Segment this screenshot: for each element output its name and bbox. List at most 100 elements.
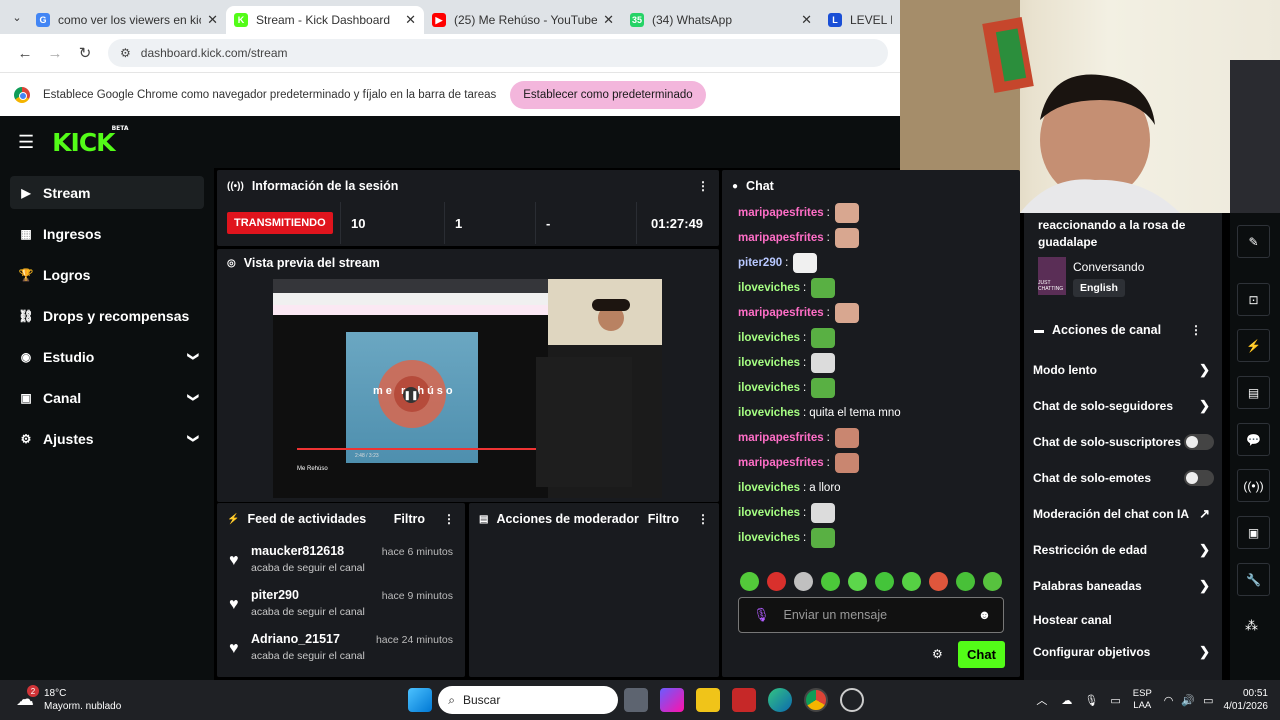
moderator-filter-button[interactable]: Filtro (648, 512, 679, 526)
broadcast-icon[interactable]: ((•)) (1237, 469, 1270, 502)
edge-icon[interactable] (768, 688, 793, 712)
back-icon[interactable]: ← (10, 45, 40, 62)
chat-username[interactable]: iloveviches (738, 532, 800, 544)
chat-message-input[interactable]: 🎙 Enviar un mensaje ☻ (738, 597, 1004, 633)
emote-icon[interactable] (740, 572, 759, 591)
screen-tray-icon[interactable]: ▭ (1110, 694, 1120, 707)
browser-tab[interactable]: Gcomo ver los viewers en kick - Go ✕ (28, 6, 226, 34)
clip-icon[interactable]: ▣ (1237, 516, 1270, 549)
camera-focus-icon[interactable]: ⊡ (1237, 283, 1270, 316)
sidebar-item-estudio[interactable]: ◉ Estudio ❯ (10, 340, 204, 373)
menu-icon[interactable]: ☰ (18, 132, 34, 153)
activity-user[interactable]: Adriano_21517 (251, 632, 365, 646)
chat-username[interactable]: iloveviches (738, 382, 800, 394)
chat-username[interactable]: iloveviches (738, 482, 800, 494)
sidebar-item-ingresos[interactable]: ▦ Ingresos (10, 217, 204, 250)
chrome-taskbar-icon[interactable] (804, 688, 829, 712)
emote-icon[interactable] (929, 572, 948, 591)
activity-user[interactable]: piter290 (251, 588, 365, 602)
category-name[interactable]: Conversando (1073, 260, 1144, 274)
stream-preview-video[interactable]: me rehúso ❚❚ 2:48 / 3:23 Me Rehúso (273, 279, 662, 498)
channel-action-item[interactable]: Palabras baneadas ❯ (1024, 568, 1222, 604)
emote-icon[interactable] (956, 572, 975, 591)
language-indicator[interactable]: ESP LAA (1133, 688, 1152, 712)
channel-action-item[interactable]: Restricción de edad ❯ (1024, 532, 1222, 568)
browser-tab[interactable]: K Stream - Kick Dashboard ✕ (226, 6, 424, 34)
kick-logo[interactable]: KICK BETA (52, 125, 128, 157)
wifi-icon[interactable]: ◠ (1164, 694, 1174, 707)
emoji-picker-icon[interactable]: ☻ (978, 608, 991, 622)
reload-icon[interactable]: ↻ (70, 44, 100, 62)
chat-settings-icon[interactable]: ⚙ (932, 647, 943, 661)
tab-close-icon[interactable]: ✕ (207, 12, 218, 28)
site-info-icon[interactable]: ⚙ (120, 46, 131, 60)
emote-icon[interactable] (821, 572, 840, 591)
toggle-switch[interactable] (1184, 434, 1214, 450)
chat-username[interactable]: maripapesfrites (738, 457, 824, 469)
chat-username[interactable]: iloveviches (738, 507, 800, 519)
chat-username[interactable]: iloveviches (738, 357, 800, 369)
chat-icon[interactable]: 💬 (1237, 423, 1270, 456)
microphone-icon[interactable]: 🎙 (753, 607, 770, 623)
taskbar-search[interactable]: ⌕ Buscar (438, 686, 619, 714)
chat-username[interactable]: maripapesfrites (738, 432, 824, 444)
browser-tab[interactable]: L LEVEL DEV (820, 6, 900, 34)
sidebar-item-canal[interactable]: ▣ Canal ❯ (10, 381, 204, 414)
tray-chevron-icon[interactable]: ︿ (1036, 692, 1047, 708)
chat-username[interactable]: iloveviches (738, 407, 800, 419)
chat-username[interactable]: maripapesfrites (738, 232, 824, 244)
start-icon[interactable] (408, 688, 433, 712)
chat-username[interactable]: maripapesfrites (738, 207, 824, 219)
mcafee-icon[interactable] (732, 688, 757, 712)
activity-filter-button[interactable]: Filtro (394, 512, 425, 526)
clock[interactable]: 00:51 4/01/2026 (1224, 687, 1269, 713)
sidebar-item-ajustes[interactable]: ⚙ Ajustes ❯ (10, 422, 204, 455)
tab-search-chevron-icon[interactable]: ⌄ (6, 6, 28, 28)
tab-close-icon[interactable]: ✕ (603, 12, 614, 28)
onedrive-icon[interactable]: ☁ (1061, 694, 1072, 707)
pause-icon[interactable]: ❚❚ (403, 387, 419, 403)
tab-close-icon[interactable]: ✕ (405, 12, 416, 28)
browser-tab[interactable]: ▶ (25) Me Rehúso - YouTube ✕ (424, 6, 622, 34)
lightning-icon[interactable]: ⚡ (1237, 329, 1270, 362)
chat-username[interactable]: iloveviches (738, 332, 800, 344)
activity-more-icon[interactable]: ⋮ (443, 512, 455, 526)
emote-icon[interactable] (902, 572, 921, 591)
emote-icon[interactable] (767, 572, 786, 591)
channel-action-item[interactable]: Hostear canal (1024, 604, 1222, 636)
channel-action-item[interactable]: Moderación del chat con IA ↗ (1024, 496, 1222, 532)
sidebar-item-stream[interactable]: ▶ Stream (10, 176, 204, 209)
chat-username[interactable]: iloveviches (738, 282, 800, 294)
forward-icon[interactable]: → (40, 45, 70, 62)
sidebar-item-logros[interactable]: 🏆 Logros (10, 258, 204, 291)
channel-action-item[interactable]: Modo lento ❯ (1024, 352, 1222, 388)
edit-icon[interactable]: ✎ (1237, 225, 1270, 258)
more-tools-icon[interactable]: ⁂ (1245, 618, 1258, 634)
toggle-switch[interactable] (1184, 470, 1214, 486)
activity-user[interactable]: maucker812618 (251, 544, 365, 558)
chat-username[interactable]: piter290 (738, 257, 782, 269)
copilot-icon[interactable] (660, 688, 685, 712)
channel-action-item[interactable]: Chat de solo-suscriptores (1024, 424, 1222, 460)
set-default-button[interactable]: Establecer como predeterminado (510, 80, 706, 109)
category-thumbnail[interactable]: JUST CHATTING (1038, 257, 1066, 295)
task-view-icon[interactable] (624, 688, 649, 712)
emote-icon[interactable] (848, 572, 867, 591)
weather-icon[interactable]: ☁ 2 (16, 685, 39, 711)
moderator-more-icon[interactable]: ⋮ (697, 512, 709, 526)
file-explorer-icon[interactable] (696, 688, 721, 712)
tab-close-icon[interactable]: ✕ (801, 12, 812, 28)
sidebar-item-drops[interactable]: ⛓ Drops y recompensas (10, 299, 204, 332)
chat-send-button[interactable]: Chat (958, 641, 1005, 668)
chat-username[interactable]: maripapesfrites (738, 307, 824, 319)
mic-tray-icon[interactable]: 🎙 (1084, 694, 1098, 707)
browser-tab[interactable]: 35 (34) WhatsApp ✕ (622, 6, 820, 34)
emote-icon[interactable] (794, 572, 813, 591)
battery-icon[interactable]: ▭ (1203, 694, 1213, 707)
url-input[interactable]: ⚙ dashboard.kick.com/stream (108, 39, 888, 67)
channel-actions-more-icon[interactable]: ⋮ (1190, 323, 1202, 337)
more-options-icon[interactable]: ⋮ (697, 179, 709, 193)
emote-icon[interactable] (875, 572, 894, 591)
channel-action-item[interactable]: Chat de solo-seguidores ❯ (1024, 388, 1222, 424)
volume-icon[interactable]: 🔊 (1181, 694, 1195, 707)
